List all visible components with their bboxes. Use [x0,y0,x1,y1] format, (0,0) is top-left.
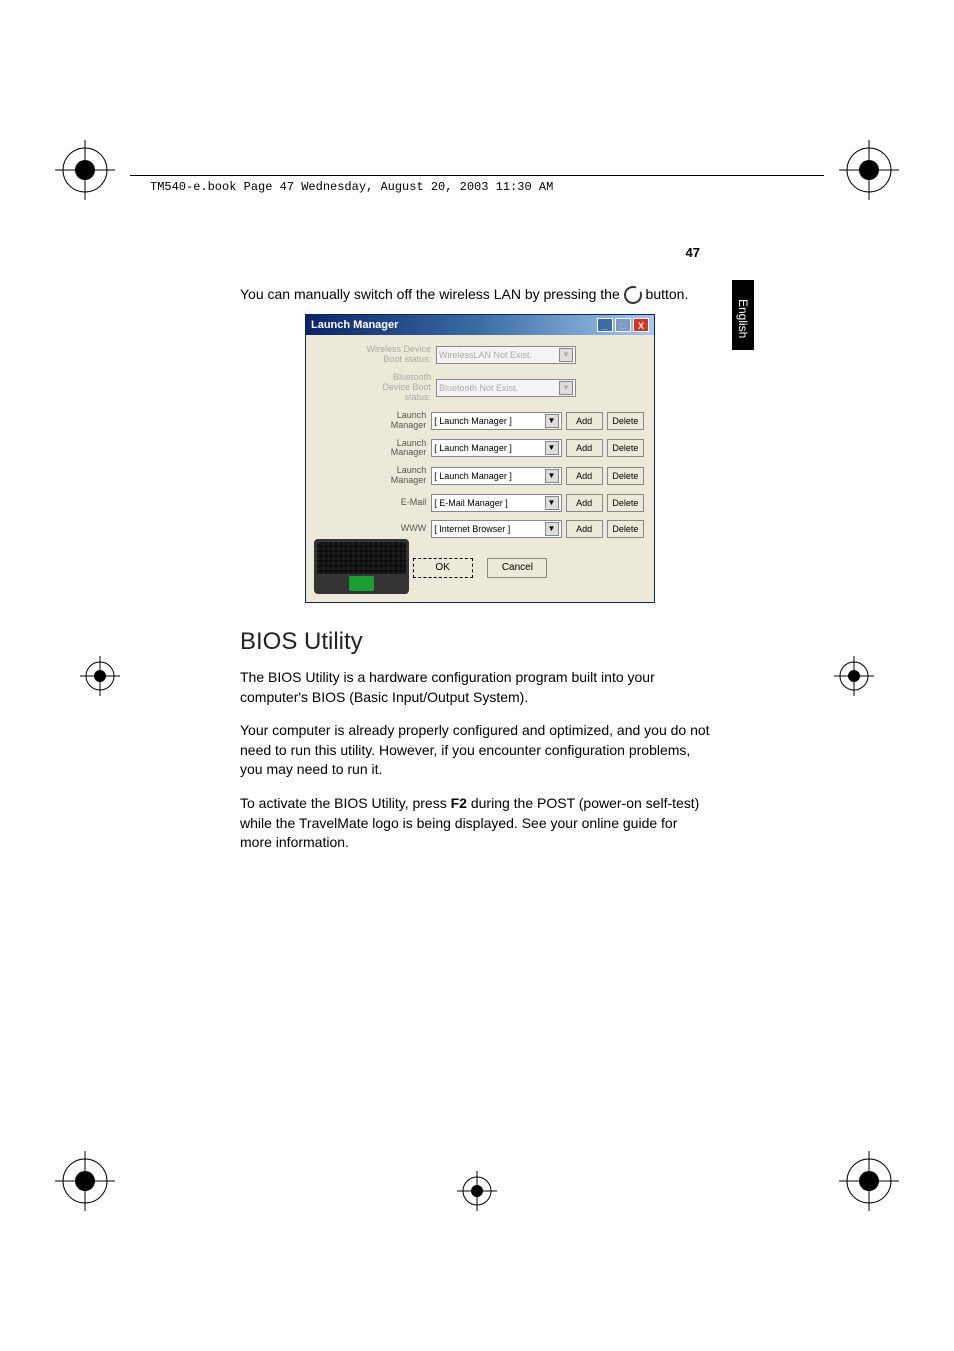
chevron-down-icon[interactable]: ▼ [545,469,559,483]
window-titlebar[interactable]: Launch Manager _ □ X [306,315,654,335]
config-row: Launch Manager[ Launch Manager ] ▼ AddDele… [366,411,644,431]
intro-paragraph: You can manually switch off the wireless… [240,285,710,304]
select-value: [ Launch Manager ] [434,416,512,426]
header-rule [130,175,824,176]
keyboard-illustration [314,539,409,594]
wireless-icon [624,286,642,304]
row-select[interactable]: [ Internet Browser ] ▼ [431,520,561,538]
minimize-button[interactable]: _ [597,318,613,332]
crop-mark-icon [839,140,899,200]
select-value: [ Internet Browser ] [434,524,510,534]
config-row: E-Mail[ E-Mail Manager ] ▼ AddDelete [366,494,644,512]
row-select: Bluetooth Not Exist. ▼ [436,379,576,397]
select-value: [ E-Mail Manager ] [434,498,508,508]
body-paragraph: The BIOS Utility is a hardware configura… [240,668,710,707]
row-select[interactable]: [ Launch Manager ] ▼ [431,467,561,485]
config-row: WWW[ Internet Browser ] ▼ AddDelete [366,520,644,538]
ok-button[interactable]: OK [413,558,473,578]
cancel-button[interactable]: Cancel [487,558,547,578]
delete-button[interactable]: Delete [607,412,644,430]
chevron-down-icon[interactable]: ▼ [545,522,559,536]
row-label: E-Mail [366,498,431,508]
select-value: [ Launch Manager ] [434,471,512,481]
select-value: Bluetooth Not Exist. [439,383,518,393]
body-paragraph: To activate the BIOS Utility, press F2 d… [240,794,710,853]
chevron-down-icon[interactable]: ▼ [545,414,559,428]
crop-mark-icon [457,1171,497,1211]
p3-text-a: To activate the BIOS Utility, press [240,795,451,811]
select-value: WirelessLAN Not Exist. [439,350,532,360]
f2-key: F2 [451,795,467,811]
row-select[interactable]: [ Launch Manager ] ▼ [431,439,561,457]
add-button[interactable]: Add [566,412,603,430]
delete-button[interactable]: Delete [607,467,644,485]
maximize-button[interactable]: □ [615,318,631,332]
row-label: Launch Manager [366,466,431,486]
intro-text-1: You can manually switch off the wireless… [240,286,624,302]
config-row: Launch Manager[ Launch Manager ] ▼ AddDele… [366,439,644,459]
delete-button[interactable]: Delete [607,520,644,538]
close-button[interactable]: X [633,318,649,332]
chevron-down-icon: ▼ [559,381,573,395]
delete-button[interactable]: Delete [607,439,644,457]
chevron-down-icon[interactable]: ▼ [545,441,559,455]
crop-mark-icon [839,1151,899,1211]
config-row: Bluetooth Device Boot status:Bluetooth N… [366,373,644,403]
chevron-down-icon: ▼ [559,348,573,362]
config-row: Launch Manager[ Launch Manager ] ▼ AddDele… [366,466,644,486]
page-number: 47 [686,245,700,260]
row-label: Bluetooth Device Boot status: [366,373,436,403]
language-tab: English [732,280,754,350]
add-button[interactable]: Add [566,520,603,538]
row-select: WirelessLAN Not Exist. ▼ [436,346,576,364]
add-button[interactable]: Add [566,494,603,512]
intro-text-2: button. [646,286,689,302]
row-label: Launch Manager [366,439,431,459]
row-label: Wireless Device Boot status: [366,345,436,365]
bios-heading: BIOS Utility [240,628,710,656]
window-title: Launch Manager [311,319,398,331]
crop-mark-icon [55,1151,115,1211]
crop-mark-icon [834,656,874,696]
body-paragraph: Your computer is already properly config… [240,721,710,780]
crop-mark-icon [55,140,115,200]
config-row: Wireless Device Boot status:WirelessLAN … [366,345,644,365]
header-text: TM540-e.book Page 47 Wednesday, August 2… [150,180,553,194]
window-body: Wireless Device Boot status:WirelessLAN … [306,335,654,602]
row-label: Launch Manager [366,411,431,431]
select-value: [ Launch Manager ] [434,443,512,453]
crop-mark-icon [80,656,120,696]
row-label: WWW [366,524,431,534]
row-select[interactable]: [ Launch Manager ] ▼ [431,412,561,430]
add-button[interactable]: Add [566,439,603,457]
chevron-down-icon[interactable]: ▼ [545,496,559,510]
delete-button[interactable]: Delete [607,494,644,512]
add-button[interactable]: Add [566,467,603,485]
row-select[interactable]: [ E-Mail Manager ] ▼ [431,494,561,512]
launch-manager-window: Launch Manager _ □ X Wireless Device Boo… [305,314,655,603]
